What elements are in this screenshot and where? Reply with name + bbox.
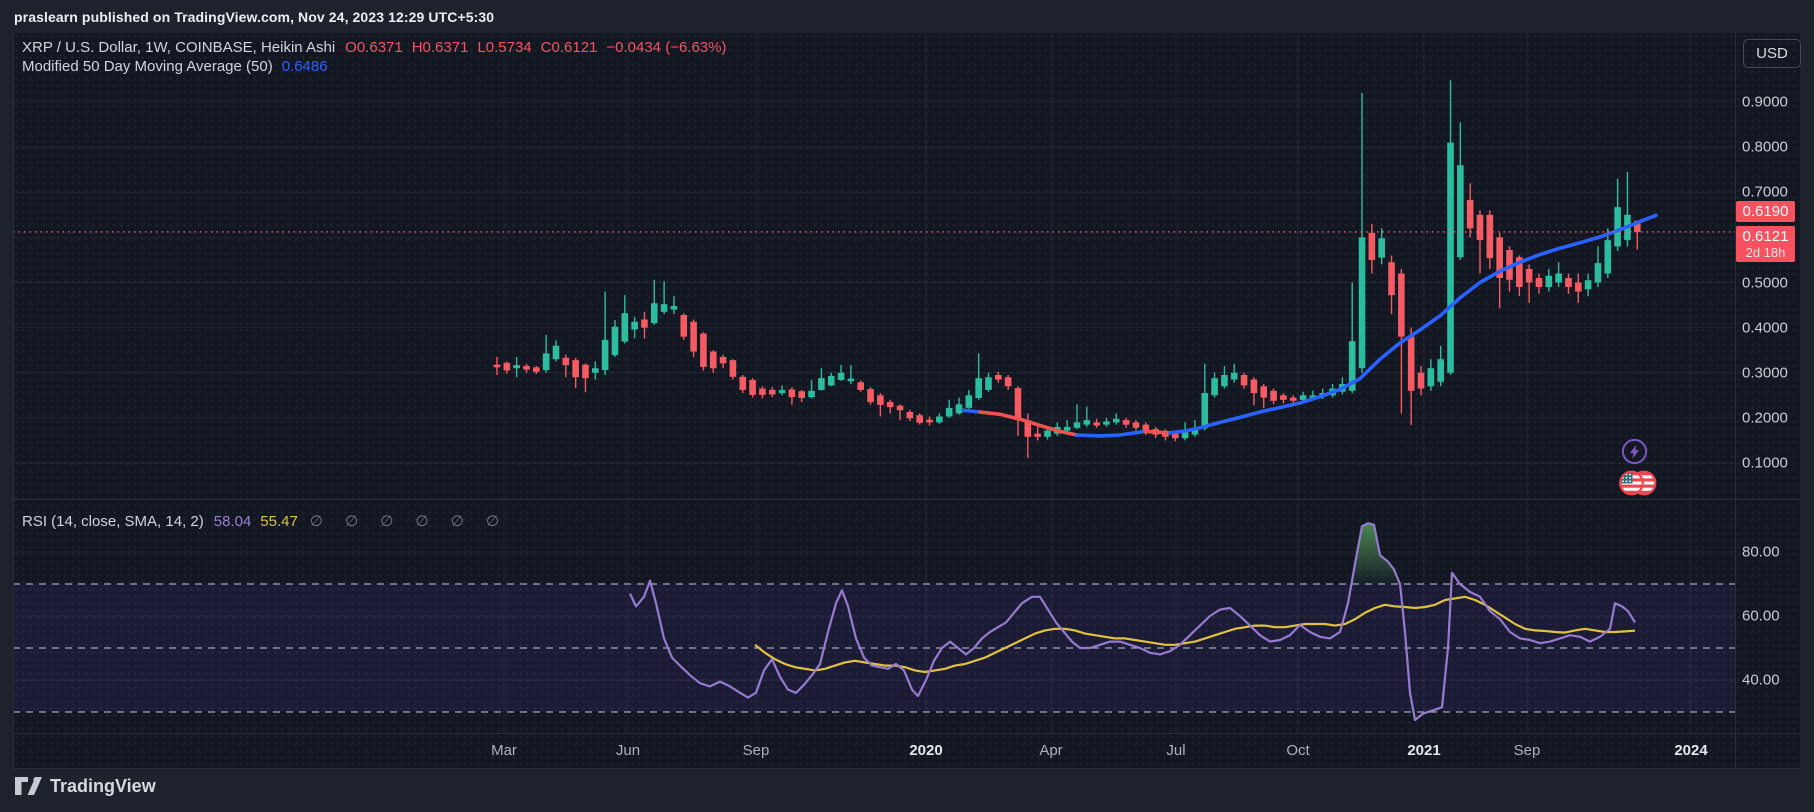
time-axis-label: Jun <box>616 742 640 759</box>
time-axis-label: Mar <box>491 742 517 759</box>
rsi-legend-row: RSI (14, close, SMA, 14, 2) 58.04 55.47 ∅ ∅… <box>22 512 508 530</box>
ohlc-values: O0.6371 H0.6371 L0.5734 C0.6121 <box>345 39 606 56</box>
current-price-badge: 0.6121 2d 18h <box>1736 226 1795 262</box>
ma-indicator-label: Modified 50 Day Moving Average (50) <box>22 58 273 75</box>
price-axis-label: 0.7000 <box>1742 184 1788 201</box>
symbol-title: XRP / U.S. Dollar, 1W, COINBASE, Heikin … <box>22 39 335 56</box>
footer-bar: TradingView <box>14 771 156 801</box>
rsi-empty-slots: ∅ ∅ ∅ ∅ ∅ ∅ <box>310 513 508 530</box>
lightning-icon <box>1621 438 1648 465</box>
ma-indicator-value: 0.6486 <box>282 58 328 75</box>
time-axis-label: 2024 <box>1674 742 1707 759</box>
ma-price-badge-value: 0.6190 <box>1743 203 1789 220</box>
rsi-axis-label: 40.00 <box>1742 672 1780 689</box>
ohlc-item: O0.6371 <box>345 39 403 56</box>
price-axis-label: 0.4000 <box>1742 320 1788 337</box>
price-axis-label: 0.3000 <box>1742 365 1788 382</box>
ohlc-item: H0.6371 <box>412 39 469 56</box>
rsi-sma-value: 55.47 <box>260 513 298 530</box>
chart-pane-background <box>13 33 1800 768</box>
time-axis-label: 2020 <box>909 742 942 759</box>
price-axis-label: 0.5000 <box>1742 275 1788 292</box>
current-price-value: 0.6121 <box>1736 227 1795 246</box>
usd-flag-coins-icon <box>1616 468 1659 498</box>
main-chart-legend: XRP / U.S. Dollar, 1W, COINBASE, Heikin … <box>22 38 726 76</box>
price-axis-label: 0.9000 <box>1742 94 1788 111</box>
price-axis-label: 0.1000 <box>1742 455 1788 472</box>
rsi-axis-label: 80.00 <box>1742 544 1780 561</box>
time-axis-label: Sep <box>743 742 770 759</box>
rsi-axis-label: 60.00 <box>1742 608 1780 625</box>
tradingview-published-chart: praslearn published on TradingView.com, … <box>0 0 1814 812</box>
ohlc-item: C0.6121 <box>541 39 598 56</box>
tradingview-wordmark[interactable]: TradingView <box>50 776 156 797</box>
time-axis-label: Apr <box>1039 742 1062 759</box>
time-axis-label: Sep <box>1514 742 1541 759</box>
currency-toggle-button[interactable]: USD <box>1743 39 1801 68</box>
ohlc-item: L0.5734 <box>477 39 531 56</box>
bar-countdown: 2d 18h <box>1736 246 1795 260</box>
published-header-bar: praslearn published on TradingView.com, … <box>0 0 1814 33</box>
price-axis-label: 0.2000 <box>1742 410 1788 427</box>
tradingview-logo-icon[interactable] <box>14 776 42 796</box>
rsi-indicator-label: RSI (14, close, SMA, 14, 2) <box>22 513 204 530</box>
symbol-legend-row: XRP / U.S. Dollar, 1W, COINBASE, Heikin … <box>22 38 726 57</box>
price-axis-label: 0.8000 <box>1742 139 1788 156</box>
time-axis-label: Jul <box>1166 742 1185 759</box>
change-value: −0.0434 (−6.63%) <box>606 39 726 56</box>
published-attribution-text: praslearn published on TradingView.com, … <box>14 9 494 25</box>
ma-price-badge: 0.6190 <box>1736 201 1795 222</box>
time-axis-label: Oct <box>1286 742 1309 759</box>
time-axis-label: 2021 <box>1407 742 1440 759</box>
ma-legend-row: Modified 50 Day Moving Average (50) 0.648… <box>22 57 726 76</box>
rsi-value: 58.04 <box>214 513 252 530</box>
